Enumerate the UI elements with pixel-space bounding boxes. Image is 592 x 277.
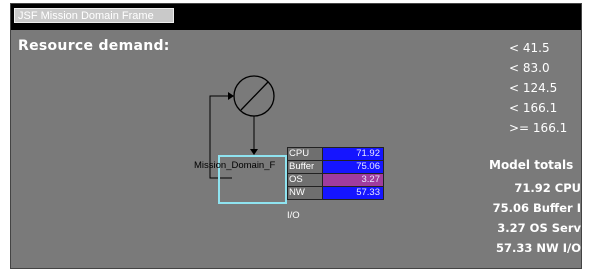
metric-row-cpu: CPU 71.92	[287, 147, 387, 161]
metric-row-nw: NW 57.33	[287, 186, 387, 200]
mission-domain-window: JSF Mission Domain Frame Resource demand…	[10, 3, 582, 269]
metric-label: NW	[287, 186, 323, 200]
total-row: 57.33 NW I/O	[496, 241, 581, 255]
metric-value: 71.92	[322, 147, 384, 161]
metric-label: CPU	[287, 147, 323, 161]
mission-domain-label: Mission_Domain_F	[194, 160, 276, 171]
metric-label: Buffer	[287, 160, 323, 174]
total-row: 3.27 OS Serv	[497, 221, 581, 235]
loop-arrow-head-icon	[228, 92, 234, 100]
model-totals-heading: Model totals	[489, 158, 574, 172]
metric-label: OS	[287, 173, 323, 187]
metric-value: 75.06	[322, 160, 384, 174]
metric-row-buffer: Buffer 75.06	[287, 160, 387, 174]
total-row: 75.06 Buffer I	[492, 201, 581, 215]
process-symbol-slash	[240, 81, 269, 111]
total-row: 71.92 CPU	[514, 181, 581, 195]
arrow-head-icon	[250, 149, 258, 155]
model-totals-list: 71.92 CPU 75.06 Buffer I 3.27 OS Serv 57…	[481, 178, 581, 258]
metric-row-os: OS 3.27	[287, 173, 387, 187]
metric-value: 57.33	[322, 186, 384, 200]
metrics-table: CPU 71.92 Buffer 75.06 OS 3.27 NW 57.33	[287, 147, 387, 200]
io-label: I/O	[287, 210, 300, 221]
metric-value: 3.27	[322, 173, 384, 187]
